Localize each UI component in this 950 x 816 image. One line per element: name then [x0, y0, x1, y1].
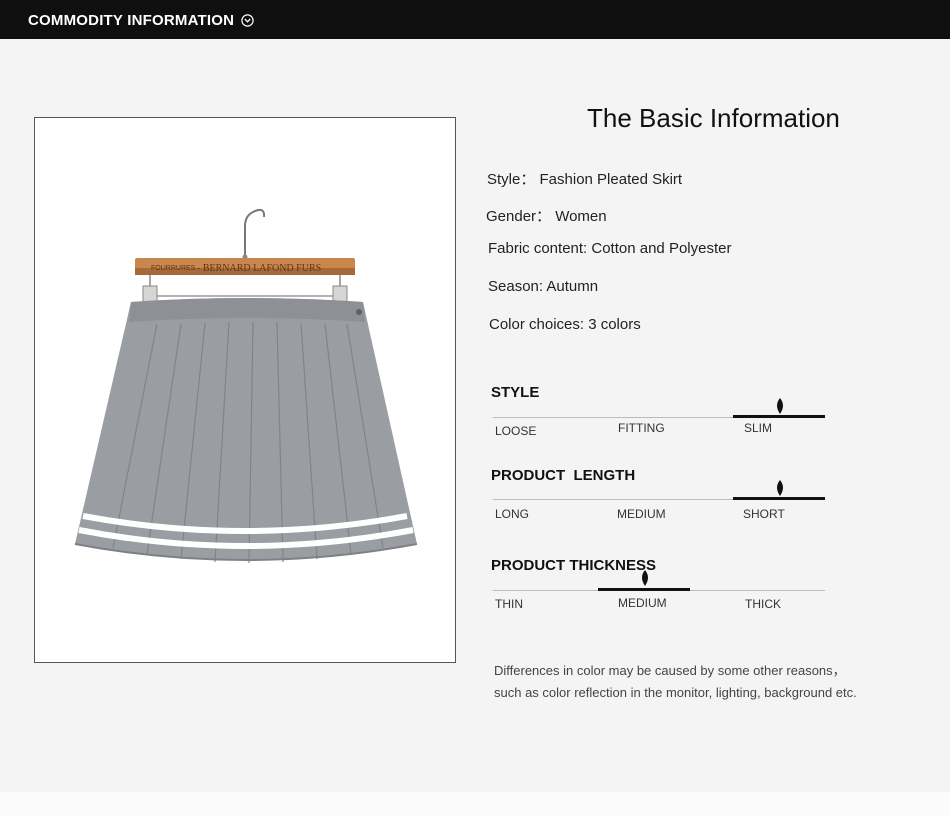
scale-style-pin-icon [777, 398, 783, 414]
scale-length-label-short: SHORT [743, 507, 785, 521]
hanger-brand: - BERNARD LAFOND FURS [197, 263, 321, 274]
info-season: Season: Autumn [488, 278, 599, 295]
info-colors: Color choices: 3 colors [489, 316, 641, 333]
info-style: Style： Fashion Pleated Skirt [487, 171, 683, 188]
scale-length-selected [733, 497, 825, 500]
scale-thickness-selected [598, 588, 690, 591]
chevron-down-circle-icon[interactable] [241, 14, 254, 27]
section-header: COMMODITY INFORMATION [0, 0, 950, 39]
color-note-line-2: such as color reflection in the monitor,… [494, 685, 857, 700]
scale-thickness-pin-icon [642, 570, 648, 586]
product-image: FOURRURES - BERNARD LAFOND FURS [34, 117, 456, 663]
color-note-line-1: Differences in color may be caused by so… [494, 663, 846, 678]
scale-thickness-title: PRODUCT THICKNESS [491, 557, 657, 574]
scale-length-title: PRODUCT LENGTH [491, 467, 636, 484]
scale-style-label-fitting: FITTING [618, 421, 665, 435]
basic-info-title: The Basic Information [587, 103, 840, 133]
scale-style-title: STYLE [491, 384, 540, 401]
hanger-hook [244, 208, 266, 256]
info-fabric: Fabric content: Cotton and Polyester [488, 240, 732, 257]
scale-length-pin-icon [777, 480, 783, 496]
scale-style-label-loose: LOOSE [495, 424, 537, 438]
scale-style-selected [733, 415, 825, 418]
scale-thickness-label-thin: THIN [495, 597, 523, 611]
hanger-brand-small: FOURRURES [151, 265, 196, 272]
scale-thickness-label-thick: THICK [745, 597, 781, 611]
scale-thickness-label-medium: MEDIUM [618, 596, 667, 610]
section-title: COMMODITY INFORMATION [28, 12, 235, 29]
bottom-divider [0, 792, 950, 816]
scale-length-label-medium: MEDIUM [617, 507, 666, 521]
scale-length-label-long: LONG [495, 507, 530, 521]
scale-style-label-slim: SLIM [744, 421, 773, 435]
info-gender: Gender： Women [486, 208, 607, 225]
